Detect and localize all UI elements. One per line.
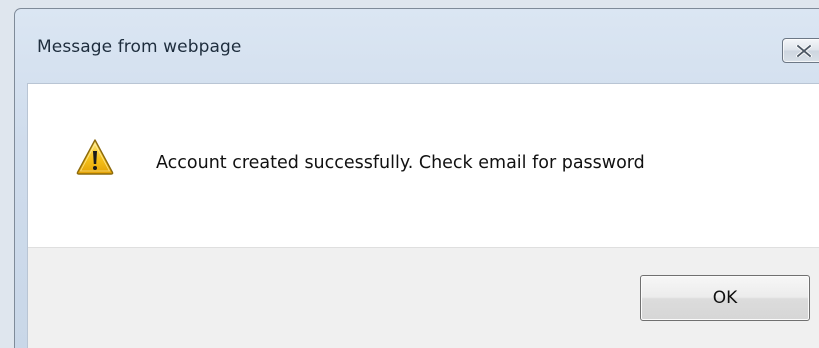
warning-icon — [76, 139, 114, 175]
button-bar: OK — [28, 247, 819, 348]
dialog-title: Message from webpage — [37, 37, 242, 57]
close-icon — [795, 44, 812, 57]
ok-button[interactable]: OK — [640, 275, 810, 321]
dialog-message: Account created successfully. Check emai… — [156, 153, 645, 173]
message-area: Account created successfully. Check emai… — [28, 84, 819, 247]
dialog-content: Account created successfully. Check emai… — [27, 83, 819, 348]
close-button[interactable] — [782, 38, 819, 63]
dialog-window: Message from webpage Account created suc… — [14, 8, 819, 348]
